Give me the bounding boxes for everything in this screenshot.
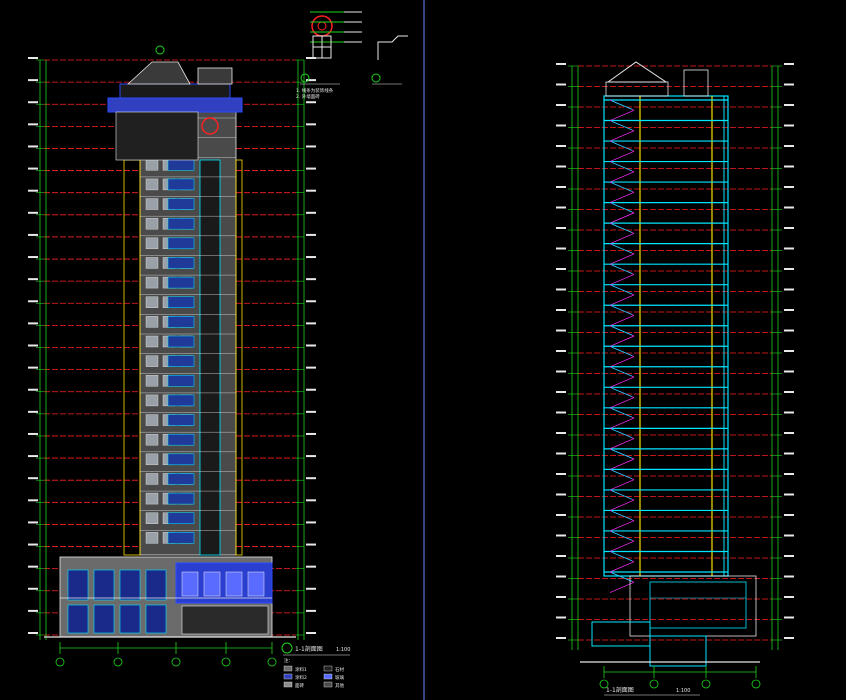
elevation-title-block: 1-1剖面图 1:100 注： 涂料1涂料2面砖 石材玻璃其他 xyxy=(281,642,350,689)
section-marker-icon xyxy=(377,35,408,60)
section-view xyxy=(556,61,794,689)
cad-drawing-canvas: 1. 线条为装饰线条 2. 外墙面砖 1-1剖面图 1:100 注： 涂料1 涂料… xyxy=(0,0,846,700)
elevation-note: 注： xyxy=(284,657,293,664)
detail-note-a: 1. 线条为装饰线条 xyxy=(296,87,334,94)
building-elevation-and-section-drawing: 1. 线条为装饰线条 2. 外墙面砖 1-1剖面图 1:100 注： 涂料1涂料… xyxy=(28,0,794,700)
detail-note-b: 2. 外墙面砖 xyxy=(296,93,320,100)
legend-label: 涂料2 xyxy=(295,674,307,681)
section-title: 1-1剖面图 xyxy=(606,686,634,694)
front-elevation xyxy=(28,45,316,667)
legend-label: 涂料1 xyxy=(295,666,307,673)
legend-label: 玻璃 xyxy=(335,674,344,681)
elevation-scale: 1:100 xyxy=(336,647,350,653)
material-legend: 涂料1涂料2面砖 石材玻璃其他 xyxy=(283,665,344,689)
legend-label: 面砖 xyxy=(295,682,304,689)
section-scale: 1:100 xyxy=(676,688,690,694)
legend-label: 其他 xyxy=(335,682,344,689)
detail-circle-icon xyxy=(311,15,333,37)
legend-label: 石材 xyxy=(335,666,344,673)
detail-callout: 1. 线条为装饰线条 2. 外墙面砖 xyxy=(296,11,408,100)
elevation-title: 1-1剖面图 xyxy=(295,645,323,653)
